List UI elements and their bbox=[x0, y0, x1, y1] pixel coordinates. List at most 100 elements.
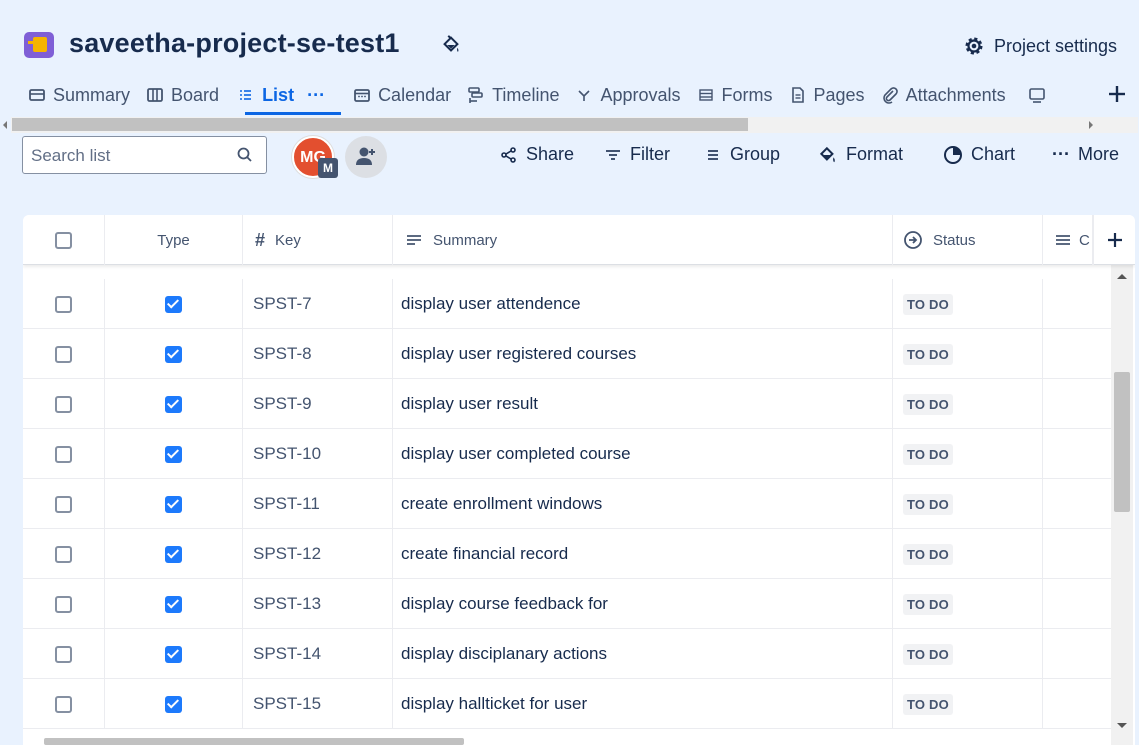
status-badge[interactable]: TO DO bbox=[903, 543, 953, 565]
row-summary-cell[interactable]: display user attendence bbox=[393, 279, 893, 329]
row-extra-cell[interactable] bbox=[1043, 679, 1113, 729]
status-badge[interactable]: TO DO bbox=[903, 343, 953, 365]
table-row[interactable]: SPST-13 display course feedback for TO D… bbox=[23, 579, 1113, 629]
scroll-up-arrow-icon[interactable] bbox=[1117, 274, 1127, 279]
row-key-cell[interactable]: SPST-9 bbox=[243, 379, 393, 429]
issue-key[interactable]: SPST-10 bbox=[253, 444, 321, 464]
table-row[interactable]: SPST-8 display user registered courses T… bbox=[23, 329, 1113, 379]
add-people-button[interactable] bbox=[345, 136, 387, 178]
issue-summary[interactable]: display user result bbox=[401, 394, 538, 414]
task-type-icon[interactable] bbox=[165, 595, 182, 613]
column-type[interactable]: Type bbox=[105, 215, 243, 265]
row-select-checkbox[interactable] bbox=[55, 645, 72, 663]
status-badge[interactable]: TO DO bbox=[903, 693, 953, 715]
tab-forms[interactable]: Forms bbox=[693, 80, 785, 110]
tab-board[interactable]: Board bbox=[142, 80, 231, 110]
status-badge[interactable]: TO DO bbox=[903, 643, 953, 665]
task-type-icon[interactable] bbox=[165, 295, 182, 313]
search-input[interactable]: Search list bbox=[22, 136, 267, 174]
issue-key[interactable]: SPST-7 bbox=[253, 294, 312, 314]
chart-button[interactable]: Chart bbox=[943, 144, 1015, 165]
row-key-cell[interactable]: SPST-13 bbox=[243, 579, 393, 629]
task-type-icon[interactable] bbox=[165, 545, 182, 563]
row-select-checkbox[interactable] bbox=[55, 495, 72, 513]
tab-list[interactable]: List ··· bbox=[231, 80, 337, 110]
status-badge[interactable]: TO DO bbox=[903, 593, 953, 615]
status-badge[interactable]: TO DO bbox=[903, 293, 953, 315]
group-button[interactable]: Group bbox=[704, 144, 780, 165]
row-select-checkbox[interactable] bbox=[55, 395, 72, 413]
row-summary-cell[interactable]: create financial record bbox=[393, 529, 893, 579]
issue-summary[interactable]: display user attendence bbox=[401, 294, 581, 314]
row-summary-cell[interactable]: create enrollment windows bbox=[393, 479, 893, 529]
row-extra-cell[interactable] bbox=[1043, 379, 1113, 429]
row-status-cell[interactable]: TO DO bbox=[893, 479, 1043, 529]
column-status[interactable]: Status bbox=[893, 215, 1043, 265]
row-extra-cell[interactable] bbox=[1043, 429, 1113, 479]
row-select-checkbox[interactable] bbox=[55, 545, 72, 563]
task-type-icon[interactable] bbox=[165, 495, 182, 513]
row-status-cell[interactable]: TO DO bbox=[893, 629, 1043, 679]
row-select-checkbox[interactable] bbox=[55, 695, 72, 713]
row-extra-cell[interactable] bbox=[1043, 329, 1113, 379]
row-summary-cell[interactable]: display hallticket for user bbox=[393, 679, 893, 729]
row-status-cell[interactable]: TO DO bbox=[893, 429, 1043, 479]
add-column-button[interactable] bbox=[1093, 215, 1135, 265]
status-badge[interactable]: TO DO bbox=[903, 493, 953, 515]
row-extra-cell[interactable] bbox=[1043, 479, 1113, 529]
issue-key[interactable]: SPST-12 bbox=[253, 544, 321, 564]
row-key-cell[interactable]: SPST-14 bbox=[243, 629, 393, 679]
row-status-cell[interactable]: TO DO bbox=[893, 329, 1043, 379]
tabs-scrollbar-thumb[interactable] bbox=[12, 118, 748, 131]
format-button[interactable]: Format bbox=[818, 144, 903, 165]
task-type-icon[interactable] bbox=[165, 395, 182, 413]
column-summary[interactable]: Summary bbox=[393, 215, 893, 265]
table-row[interactable]: SPST-9 display user result TO DO bbox=[23, 379, 1113, 429]
issue-key[interactable]: SPST-14 bbox=[253, 644, 321, 664]
row-extra-cell[interactable] bbox=[1043, 529, 1113, 579]
issue-key[interactable]: SPST-9 bbox=[253, 394, 312, 414]
tab-timeline[interactable]: Timeline bbox=[463, 80, 571, 110]
row-key-cell[interactable]: SPST-8 bbox=[243, 329, 393, 379]
column-extra[interactable]: C bbox=[1043, 215, 1093, 265]
table-row[interactable]: SPST-15 display hallticket for user TO D… bbox=[23, 679, 1113, 729]
table-row[interactable]: SPST-10 display user completed course TO… bbox=[23, 429, 1113, 479]
issue-summary[interactable]: create enrollment windows bbox=[401, 494, 602, 514]
scroll-right-arrow-icon[interactable] bbox=[1089, 121, 1093, 129]
row-summary-cell[interactable]: display disciplanary actions bbox=[393, 629, 893, 679]
table-horizontal-scrollbar-thumb[interactable] bbox=[44, 738, 464, 745]
scroll-left-arrow-icon[interactable] bbox=[3, 121, 7, 129]
issue-summary[interactable]: create financial record bbox=[401, 544, 568, 564]
issue-summary[interactable]: display user registered courses bbox=[401, 344, 636, 364]
issue-key[interactable]: SPST-11 bbox=[253, 494, 320, 514]
row-key-cell[interactable]: SPST-11 bbox=[243, 479, 393, 529]
row-key-cell[interactable]: SPST-15 bbox=[243, 679, 393, 729]
task-type-icon[interactable] bbox=[165, 645, 182, 663]
issue-summary[interactable]: display hallticket for user bbox=[401, 694, 587, 714]
filter-button[interactable]: Filter bbox=[604, 144, 670, 165]
issue-summary[interactable]: display course feedback for bbox=[401, 594, 608, 614]
issue-summary[interactable]: display user completed course bbox=[401, 444, 631, 464]
tab-approvals[interactable]: Approvals bbox=[571, 80, 692, 110]
issue-key[interactable]: SPST-8 bbox=[253, 344, 312, 364]
issue-summary[interactable]: display disciplanary actions bbox=[401, 644, 607, 664]
issue-key[interactable]: SPST-15 bbox=[253, 694, 321, 714]
table-row[interactable]: SPST-14 display disciplanary actions TO … bbox=[23, 629, 1113, 679]
row-summary-cell[interactable]: display user completed course bbox=[393, 429, 893, 479]
scroll-down-arrow-icon[interactable] bbox=[1117, 723, 1127, 728]
row-select-checkbox[interactable] bbox=[55, 295, 72, 313]
tab-list-more-button[interactable]: ··· bbox=[307, 85, 325, 106]
more-button[interactable]: ··· More bbox=[1052, 144, 1119, 165]
table-row[interactable]: SPST-7 display user attendence TO DO bbox=[23, 279, 1113, 329]
share-button[interactable]: Share bbox=[500, 144, 574, 165]
row-summary-cell[interactable]: display course feedback for bbox=[393, 579, 893, 629]
table-row[interactable]: SPST-12 create financial record TO DO bbox=[23, 529, 1113, 579]
vertical-scrollbar-thumb[interactable] bbox=[1114, 372, 1130, 512]
task-type-icon[interactable] bbox=[165, 695, 182, 713]
column-key[interactable]: # Key bbox=[243, 215, 393, 265]
project-title[interactable]: saveetha-project-se-test1 bbox=[69, 28, 400, 59]
row-select-checkbox[interactable] bbox=[55, 345, 72, 363]
task-type-icon[interactable] bbox=[165, 345, 182, 363]
row-key-cell[interactable]: SPST-12 bbox=[243, 529, 393, 579]
table-row[interactable]: SPST-11 create enrollment windows TO DO bbox=[23, 479, 1113, 529]
